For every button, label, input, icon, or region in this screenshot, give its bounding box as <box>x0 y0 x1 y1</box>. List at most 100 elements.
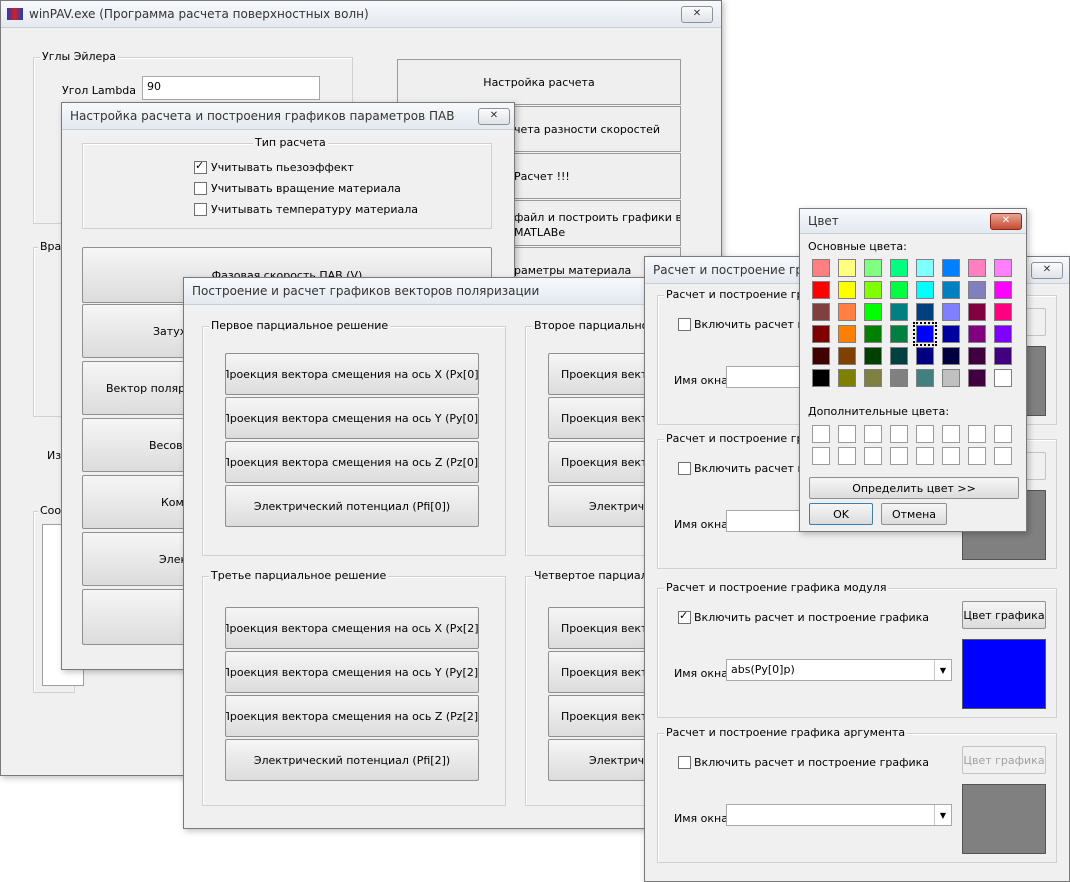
pfi2-button[interactable]: Электрический потенциал (Pfi[2]) <box>225 739 479 781</box>
chevron-down-icon[interactable]: ▼ <box>934 805 951 825</box>
basic-color-swatch[interactable] <box>994 259 1012 277</box>
basic-color-swatch[interactable] <box>994 369 1012 387</box>
custom-color-swatch[interactable] <box>812 447 830 465</box>
main-close-button[interactable]: ✕ <box>681 6 713 23</box>
custom-color-swatch[interactable] <box>994 425 1012 443</box>
custom-color-swatch[interactable] <box>812 425 830 443</box>
partial-group-3: Третье парциальное решение Проекция вект… <box>202 569 506 806</box>
define-color-button[interactable]: Определить цвет >> <box>809 477 1019 499</box>
pz2-button[interactable]: Проекция вектора смещения на ось Z (Pz[2… <box>225 695 479 737</box>
polarization-titlebar: Построение и расчет графиков векторов по… <box>184 278 662 305</box>
custom-color-swatch[interactable] <box>916 425 934 443</box>
basic-color-swatch[interactable] <box>994 281 1012 299</box>
window-name-combo[interactable]: ▼ <box>726 804 952 826</box>
basic-color-swatch[interactable] <box>916 259 934 277</box>
custom-color-swatch[interactable] <box>968 425 986 443</box>
basic-color-swatch[interactable] <box>913 322 937 346</box>
basic-color-swatch[interactable] <box>968 347 986 365</box>
basic-color-swatch[interactable] <box>838 347 856 365</box>
basic-color-swatch[interactable] <box>864 369 882 387</box>
basic-color-swatch[interactable] <box>916 303 934 321</box>
ok-button[interactable]: OK <box>809 503 873 525</box>
pz0-button[interactable]: Проекция вектора смещения на ось Z (Pz[0… <box>225 441 479 483</box>
custom-colors-label: Дополнительные цвета: <box>808 405 950 418</box>
enable-plot-checkbox[interactable] <box>678 756 691 769</box>
basic-color-swatch[interactable] <box>968 325 986 343</box>
basic-color-swatch[interactable] <box>890 347 908 365</box>
color-dialog: Цвет ✕ Основные цвета: Дополнительные цв… <box>799 208 1027 532</box>
px2-button[interactable]: Проекция вектора смещения на ось X (Px[2… <box>225 607 479 649</box>
basic-color-swatch[interactable] <box>812 281 830 299</box>
temperature-checkbox[interactable] <box>194 203 207 216</box>
chevron-down-icon[interactable]: ▼ <box>934 660 951 680</box>
settings-titlebar: Настройка расчета и построения графиков … <box>62 103 514 130</box>
window-name-combo[interactable]: abs(Py[0]p) ▼ <box>726 659 952 681</box>
basic-color-swatch[interactable] <box>864 325 882 343</box>
custom-color-swatch[interactable] <box>942 425 960 443</box>
basic-color-swatch[interactable] <box>812 259 830 277</box>
py2-button[interactable]: Проекция вектора смещения на ось Y (Py[2… <box>225 651 479 693</box>
basic-color-swatch[interactable] <box>968 369 986 387</box>
graph-close-button[interactable]: ✕ <box>1031 262 1063 279</box>
basic-color-swatch[interactable] <box>864 259 882 277</box>
basic-color-swatch[interactable] <box>890 369 908 387</box>
custom-color-swatch[interactable] <box>838 425 856 443</box>
basic-color-swatch[interactable] <box>812 303 830 321</box>
basic-color-swatch[interactable] <box>916 347 934 365</box>
basic-color-swatch[interactable] <box>864 303 882 321</box>
custom-color-swatch[interactable] <box>838 447 856 465</box>
basic-color-swatch[interactable] <box>890 303 908 321</box>
custom-color-swatch[interactable] <box>994 447 1012 465</box>
piezo-checkbox[interactable] <box>194 159 207 174</box>
basic-color-swatch[interactable] <box>864 347 882 365</box>
basic-color-swatch[interactable] <box>942 281 960 299</box>
custom-color-swatch[interactable] <box>968 447 986 465</box>
basic-color-swatch[interactable] <box>968 259 986 277</box>
basic-color-swatch[interactable] <box>838 281 856 299</box>
basic-color-swatch[interactable] <box>942 303 960 321</box>
basic-color-swatch[interactable] <box>916 369 934 387</box>
enable-plot-checkbox[interactable] <box>678 318 691 331</box>
lambda-input[interactable]: 90 <box>142 76 320 100</box>
basic-color-swatch[interactable] <box>942 347 960 365</box>
py0-button[interactable]: Проекция вектора смещения на ось Y (Py[0… <box>225 397 479 439</box>
basic-color-swatch[interactable] <box>812 325 830 343</box>
enable-plot-checkbox[interactable] <box>678 462 691 475</box>
basic-color-swatch[interactable] <box>942 369 960 387</box>
basic-color-swatch[interactable] <box>838 325 856 343</box>
plot-color-button[interactable]: Цвет графика <box>962 601 1046 629</box>
basic-color-swatch[interactable] <box>942 325 960 343</box>
px0-button[interactable]: Проекция вектора смещения на ось X (Px[0… <box>225 353 479 395</box>
basic-color-swatch[interactable] <box>942 259 960 277</box>
window-name-label: Имя окна <box>674 374 728 387</box>
basic-color-swatch[interactable] <box>994 303 1012 321</box>
basic-color-swatch[interactable] <box>838 303 856 321</box>
basic-color-swatch[interactable] <box>838 369 856 387</box>
basic-color-swatch[interactable] <box>812 347 830 365</box>
basic-color-swatch[interactable] <box>864 281 882 299</box>
basic-color-swatch[interactable] <box>890 325 908 343</box>
custom-color-swatch[interactable] <box>890 447 908 465</box>
enable-plot-checkbox[interactable] <box>678 609 691 624</box>
pfi0-button[interactable]: Электрический потенциал (Pfi[0]) <box>225 485 479 527</box>
settings-button[interactable]: Настройка расчета <box>397 59 681 105</box>
basic-color-swatch[interactable] <box>994 347 1012 365</box>
custom-color-swatch[interactable] <box>864 447 882 465</box>
custom-color-swatch[interactable] <box>864 425 882 443</box>
basic-color-swatch[interactable] <box>916 281 934 299</box>
custom-color-swatch[interactable] <box>942 447 960 465</box>
cancel-button[interactable]: Отмена <box>881 503 947 525</box>
color-dialog-close-button[interactable]: ✕ <box>990 213 1022 230</box>
basic-color-swatch[interactable] <box>968 303 986 321</box>
basic-color-swatch[interactable] <box>890 259 908 277</box>
basic-color-swatch[interactable] <box>890 281 908 299</box>
rotation-checkbox[interactable] <box>194 182 207 195</box>
basic-color-swatch[interactable] <box>838 259 856 277</box>
custom-color-swatch[interactable] <box>890 425 908 443</box>
basic-color-swatch[interactable] <box>812 369 830 387</box>
plot-color-button[interactable]: Цвет графика <box>962 746 1046 774</box>
basic-color-swatch[interactable] <box>994 325 1012 343</box>
settings-close-button[interactable]: ✕ <box>478 108 510 125</box>
custom-color-swatch[interactable] <box>916 447 934 465</box>
basic-color-swatch[interactable] <box>968 281 986 299</box>
